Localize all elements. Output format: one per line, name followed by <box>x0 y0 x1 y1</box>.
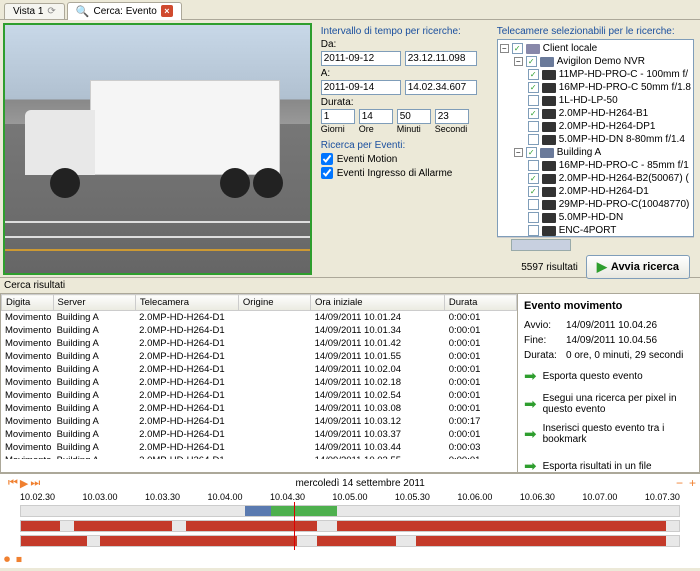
timeline-playhead[interactable] <box>294 502 295 550</box>
action-bookmark[interactable]: ➡Inserisci questo evento tra i bookmark <box>524 421 693 447</box>
tl-skip-back-icon[interactable]: ⏮ <box>8 477 18 490</box>
close-icon[interactable]: × <box>161 5 173 17</box>
video-preview[interactable] <box>3 23 312 275</box>
results-label: Cerca risultati <box>0 278 700 293</box>
tab-search[interactable]: 🔍Cerca: Evento× <box>67 2 182 20</box>
col-digita[interactable]: Digita <box>2 295 54 311</box>
from-date-input[interactable] <box>321 51 401 66</box>
timeline-ticks: 10.02.3010.03.0010.03.3010.04.0010.04.30… <box>0 492 700 502</box>
detail-title: Evento movimento <box>524 300 693 312</box>
arrow-icon: ➡ <box>524 425 537 443</box>
table-row[interactable]: MovimentoBuilding A2.0MP-HD-H264-D114/09… <box>1 350 517 363</box>
timeline-track[interactable] <box>20 520 680 532</box>
to-date-input[interactable] <box>321 80 401 95</box>
dur-hours[interactable] <box>359 109 393 124</box>
tl-zoom-out-icon[interactable]: − <box>676 476 683 490</box>
tl-stop-icon[interactable]: ⏹ <box>16 552 22 567</box>
table-row[interactable]: MovimentoBuilding A2.0MP-HD-H264-D114/09… <box>1 428 517 441</box>
tab-vista[interactable]: Vista 1⟳ <box>4 3 65 19</box>
tree-camera[interactable]: 1L-HD-LP-50 <box>500 94 691 107</box>
search-icon: 🔍 <box>76 5 90 18</box>
tab-bar: Vista 1⟳ 🔍Cerca: Evento× <box>0 0 700 20</box>
tree-camera[interactable]: 11MP-HD-PRO-C - 100mm f/ <box>500 68 691 81</box>
event-detail-panel: Evento movimento Avvio:14/09/2011 10.04.… <box>518 293 700 473</box>
table-row[interactable]: MovimentoBuilding A2.0MP-HD-H264-D114/09… <box>1 311 517 324</box>
timeline-tracks[interactable] <box>0 502 700 550</box>
refresh-icon[interactable]: ⟳ <box>47 6 55 17</box>
table-row[interactable]: MovimentoBuilding A2.0MP-HD-H264-D114/09… <box>1 363 517 376</box>
dur-min[interactable] <box>397 109 431 124</box>
tree-camera[interactable]: 5.0MP-HD-DN 8-80mm f/1.4 <box>500 133 691 146</box>
tree-hscroll[interactable] <box>497 237 694 251</box>
timeline-date: mercoledì 14 settembre 2011 <box>50 478 670 489</box>
tree-server[interactable]: −Avigilon Demo NVR <box>500 55 691 68</box>
col-server[interactable]: Server <box>53 295 135 311</box>
table-row[interactable]: MovimentoBuilding A2.0MP-HD-H264-D114/09… <box>1 389 517 402</box>
action-pixel-search[interactable]: ➡Esegui una ricerca per pixel in questo … <box>524 391 693 417</box>
tree-camera[interactable]: 2.0MP-HD-H264-D1 <box>500 185 691 198</box>
table-row[interactable]: MovimentoBuilding A2.0MP-HD-H264-D114/09… <box>1 415 517 428</box>
result-count: 5597 risultati <box>521 262 578 273</box>
interval-title: Intervallo di tempo per ricerche: <box>321 26 491 37</box>
cb-alarm[interactable] <box>321 167 333 179</box>
to-label: A: <box>321 68 491 79</box>
table-row[interactable]: MovimentoBuilding A2.0MP-HD-H264-D114/09… <box>1 454 517 459</box>
tree-camera[interactable]: 16MP-HD-PRO-C 50mm f/1.8 <box>500 81 691 94</box>
cameras-title: Telecamere selezionabili per le ricerche… <box>497 26 694 37</box>
table-row[interactable]: MovimentoBuilding A2.0MP-HD-H264-D114/09… <box>1 402 517 415</box>
table-row[interactable]: MovimentoBuilding A2.0MP-HD-H264-D114/09… <box>1 324 517 337</box>
tl-record-icon[interactable]: ⏺ <box>4 552 10 567</box>
tree-camera[interactable]: 2.0MP-HD-H264-DP1 <box>500 120 691 133</box>
tree-camera[interactable]: 29MP-HD-PRO-C(10048770) <box>500 198 691 211</box>
timeline-track[interactable] <box>20 535 680 547</box>
events-title: Ricerca per Eventi: <box>321 140 491 151</box>
tl-skip-fwd-icon[interactable]: ⏭ <box>30 477 40 490</box>
search-button[interactable]: ▶Avvia ricerca <box>586 255 690 279</box>
dur-days[interactable] <box>321 109 355 124</box>
from-time-input[interactable] <box>405 51 477 66</box>
duration-label: Durata: <box>321 97 491 108</box>
from-label: Da: <box>321 39 491 50</box>
col-telecamera[interactable]: Telecamera <box>135 295 238 311</box>
tl-play-icon[interactable]: ▶ <box>20 477 28 490</box>
table-row[interactable]: MovimentoBuilding A2.0MP-HD-H264-D114/09… <box>1 441 517 454</box>
tree-camera[interactable]: 2.0MP-HD-H264-B2(50067) ( <box>500 172 691 185</box>
tree-server[interactable]: −Building A <box>500 146 691 159</box>
table-row[interactable]: MovimentoBuilding A2.0MP-HD-H264-D114/09… <box>1 337 517 350</box>
play-icon: ▶ <box>597 259 607 275</box>
tree-camera[interactable]: ENC-4PORT <box>500 224 691 237</box>
to-time-input[interactable] <box>405 80 477 95</box>
tl-zoom-in-icon[interactable]: + <box>689 476 696 490</box>
arrow-icon: ➡ <box>524 367 537 385</box>
table-row[interactable]: MovimentoBuilding A2.0MP-HD-H264-D114/09… <box>1 376 517 389</box>
arrow-icon: ➡ <box>524 395 537 413</box>
results-grid[interactable]: Digita Server Telecamera Origine Ora ini… <box>0 293 518 473</box>
cb-motion[interactable] <box>321 153 333 165</box>
action-export-event[interactable]: ➡Esporta questo evento <box>524 365 693 387</box>
col-durata[interactable]: Durata <box>444 295 516 311</box>
col-origine[interactable]: Origine <box>238 295 310 311</box>
timeline-track[interactable] <box>20 505 680 517</box>
timeline[interactable]: ⏮ ▶ ⏭ mercoledì 14 settembre 2011 − + 10… <box>0 473 700 568</box>
tree-camera[interactable]: 16MP-HD-PRO-C - 85mm f/1 <box>500 159 691 172</box>
tree-camera[interactable]: 2.0MP-HD-H264-B1 <box>500 107 691 120</box>
tree-camera[interactable]: 5.0MP-HD-DN <box>500 211 691 224</box>
camera-tree[interactable]: −Client locale−Avigilon Demo NVR11MP-HD-… <box>497 39 694 237</box>
dur-sec[interactable] <box>435 109 469 124</box>
col-ora[interactable]: Ora iniziale <box>310 295 444 311</box>
